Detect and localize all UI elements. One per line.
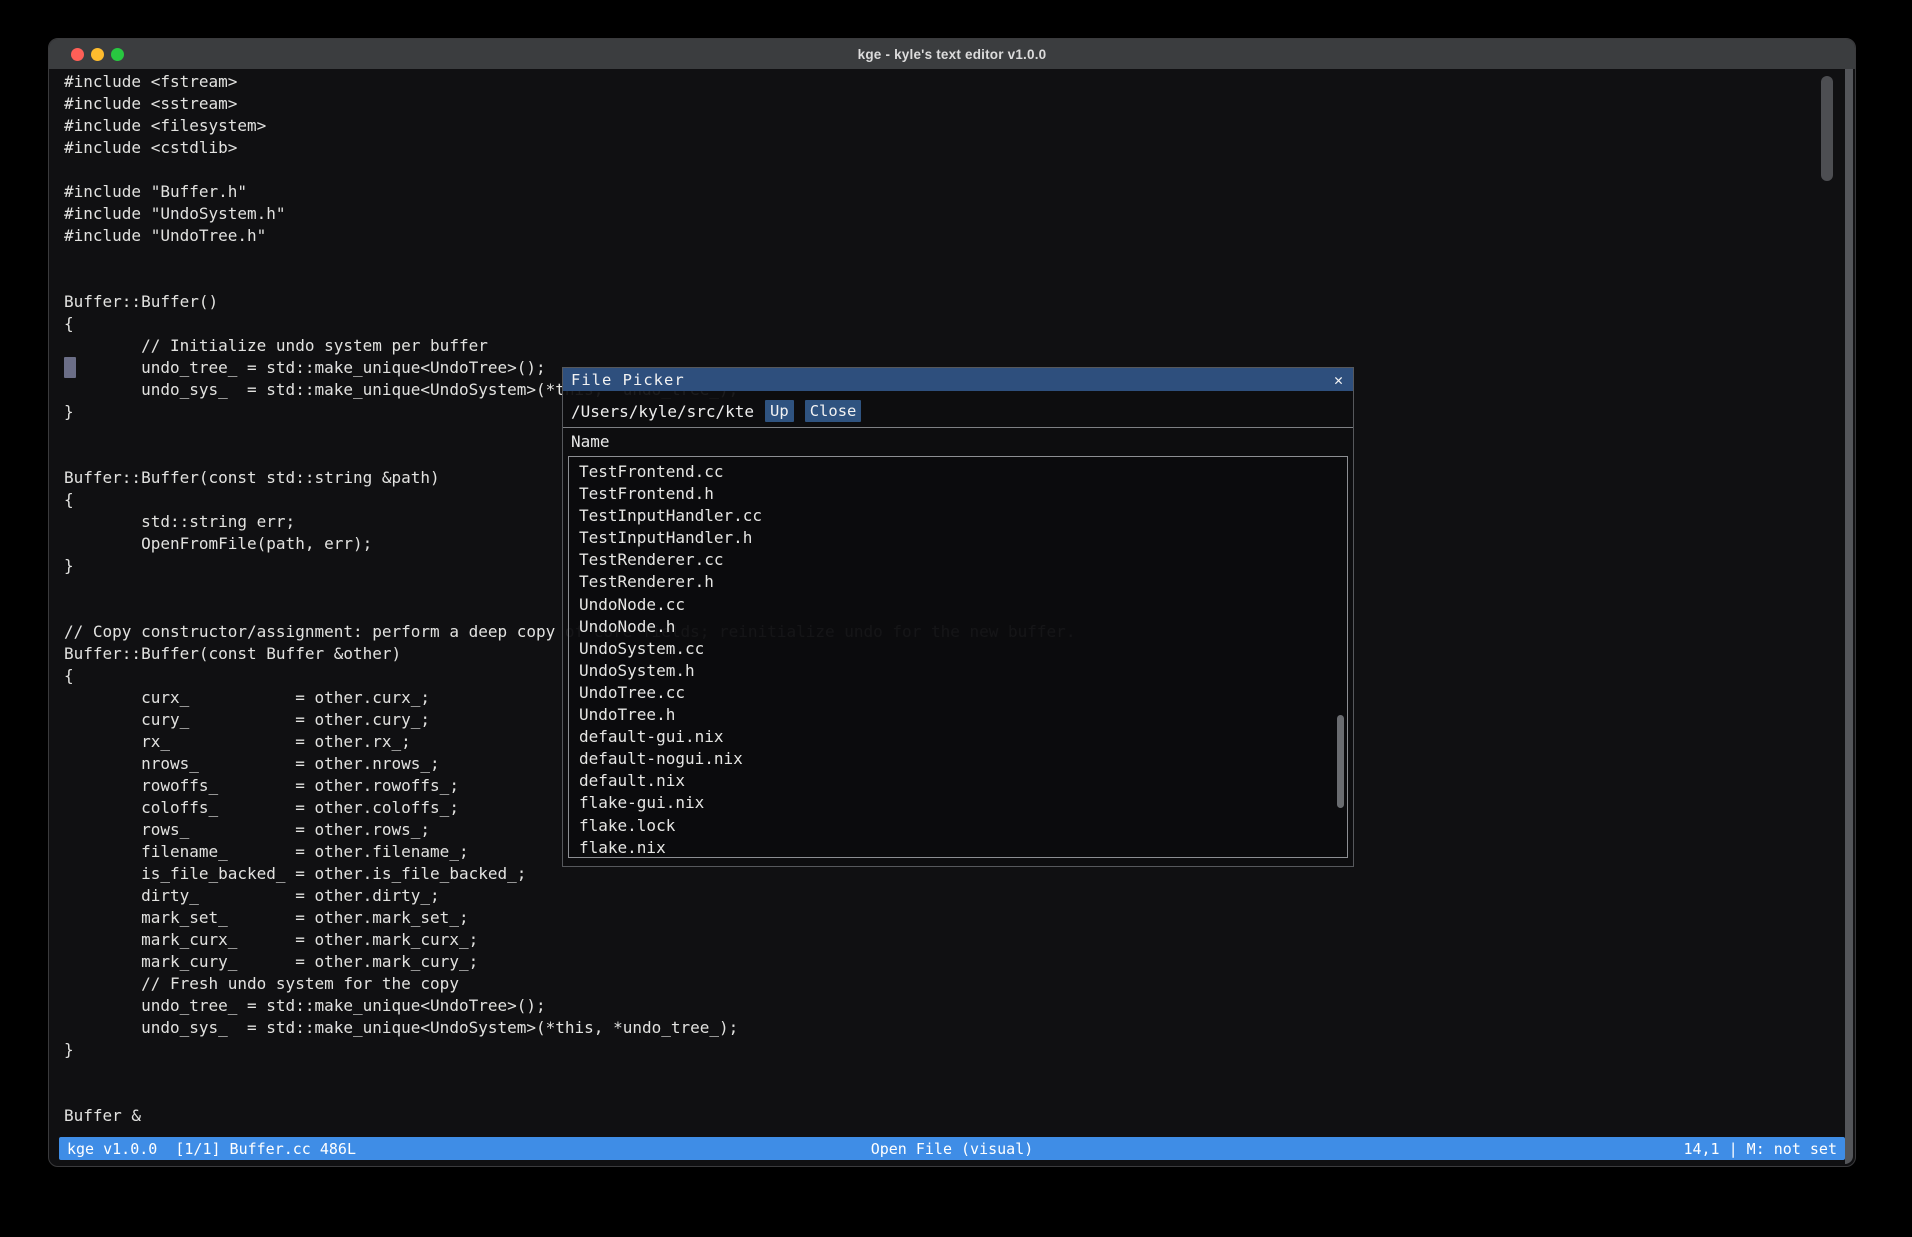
status-left: kge v1.0.0 [1/1] Buffer.cc 486L <box>59 1140 657 1158</box>
code-line: #include "UndoSystem.h" <box>64 203 1075 225</box>
file-list-item[interactable]: default.nix <box>579 770 1347 792</box>
window-title: kge - kyle's text editor v1.0.0 <box>858 47 1047 62</box>
close-icon[interactable]: ✕ <box>1334 371 1353 389</box>
traffic-lights <box>71 48 124 61</box>
editor-window: #include <fstream>#include <sstream>#inc… <box>48 38 1856 1167</box>
file-list-scrollbar-thumb[interactable] <box>1337 715 1344 808</box>
code-line: // Initialize undo system per buffer <box>64 335 1075 357</box>
code-line: mark_cury_ = other.mark_cury_; <box>64 951 1075 973</box>
file-picker-titlebar[interactable]: File Picker ✕ <box>563 368 1353 391</box>
code-line: #include <fstream> <box>64 71 1075 93</box>
window-right-edge <box>1845 67 1853 1164</box>
status-position: 14,1 | M: not set <box>1247 1140 1845 1158</box>
file-list-item[interactable]: UndoSystem.h <box>579 660 1347 682</box>
file-list-item[interactable]: default-nogui.nix <box>579 748 1347 770</box>
code-line: undo_sys_ = std::make_unique<UndoSystem>… <box>64 1017 1075 1039</box>
code-line <box>64 159 1075 181</box>
code-line <box>64 247 1075 269</box>
file-list-items: TestFrontend.ccTestFrontend.hTestInputHa… <box>569 457 1347 858</box>
minimize-window-icon[interactable] <box>91 48 104 61</box>
file-list-item[interactable]: flake.nix <box>579 837 1347 858</box>
up-button[interactable]: Up <box>765 400 794 422</box>
code-line: // Fresh undo system for the copy <box>64 973 1075 995</box>
file-list-item[interactable]: UndoSystem.cc <box>579 638 1347 660</box>
code-line: dirty_ = other.dirty_; <box>64 885 1075 907</box>
file-list-item[interactable]: UndoNode.h <box>579 616 1347 638</box>
file-picker-title: File Picker <box>563 371 1334 389</box>
desktop: #include <fstream>#include <sstream>#inc… <box>0 0 1912 1237</box>
code-line <box>64 1061 1075 1083</box>
file-list-item[interactable]: TestInputHandler.cc <box>579 505 1347 527</box>
file-list-item[interactable]: default-gui.nix <box>579 726 1347 748</box>
code-line: #include "Buffer.h" <box>64 181 1075 203</box>
current-path: /Users/kyle/src/kte <box>563 402 754 421</box>
file-list-item[interactable]: UndoTree.h <box>579 704 1347 726</box>
file-list-item[interactable]: UndoNode.cc <box>579 594 1347 616</box>
zoom-window-icon[interactable] <box>111 48 124 61</box>
editor-scrollbar-thumb[interactable] <box>1821 76 1833 181</box>
status-bar: kge v1.0.0 [1/1] Buffer.cc 486L Open Fil… <box>59 1137 1845 1160</box>
file-picker-dialog: File Picker ✕ /Users/kyle/src/kte Up Clo… <box>562 367 1354 867</box>
file-list-item[interactable]: flake.lock <box>579 815 1347 837</box>
code-line: mark_set_ = other.mark_set_; <box>64 907 1075 929</box>
close-window-icon[interactable] <box>71 48 84 61</box>
file-list-item[interactable]: TestRenderer.h <box>579 571 1347 593</box>
code-line <box>64 269 1075 291</box>
file-list-item[interactable]: TestFrontend.h <box>579 483 1347 505</box>
window-titlebar[interactable]: kge - kyle's text editor v1.0.0 <box>49 39 1855 69</box>
code-line: #include "UndoTree.h" <box>64 225 1075 247</box>
code-line: #include <sstream> <box>64 93 1075 115</box>
code-line <box>64 1083 1075 1105</box>
name-column-header: Name <box>563 432 610 451</box>
code-line: undo_tree_ = std::make_unique<UndoTree>(… <box>64 995 1075 1017</box>
close-button[interactable]: Close <box>805 400 862 422</box>
dialog-separator <box>563 427 1353 428</box>
path-row: /Users/kyle/src/kte Up Close <box>563 398 1353 424</box>
file-list: TestFrontend.ccTestFrontend.hTestInputHa… <box>568 456 1348 858</box>
code-line: Buffer & <box>64 1105 1075 1127</box>
code-line: mark_curx_ = other.mark_curx_; <box>64 929 1075 951</box>
file-list-item[interactable]: TestInputHandler.h <box>579 527 1347 549</box>
file-list-item[interactable]: TestRenderer.cc <box>579 549 1347 571</box>
code-line: #include <cstdlib> <box>64 137 1075 159</box>
text-cursor <box>64 357 76 378</box>
status-mode: Open File (visual) <box>657 1140 1247 1158</box>
file-list-item[interactable]: UndoTree.cc <box>579 682 1347 704</box>
file-list-item[interactable]: TestFrontend.cc <box>579 461 1347 483</box>
code-line: #include <filesystem> <box>64 115 1075 137</box>
code-line: } <box>64 1039 1075 1061</box>
code-line: Buffer::Buffer() <box>64 291 1075 313</box>
code-line: { <box>64 313 1075 335</box>
file-list-item[interactable]: flake-gui.nix <box>579 792 1347 814</box>
